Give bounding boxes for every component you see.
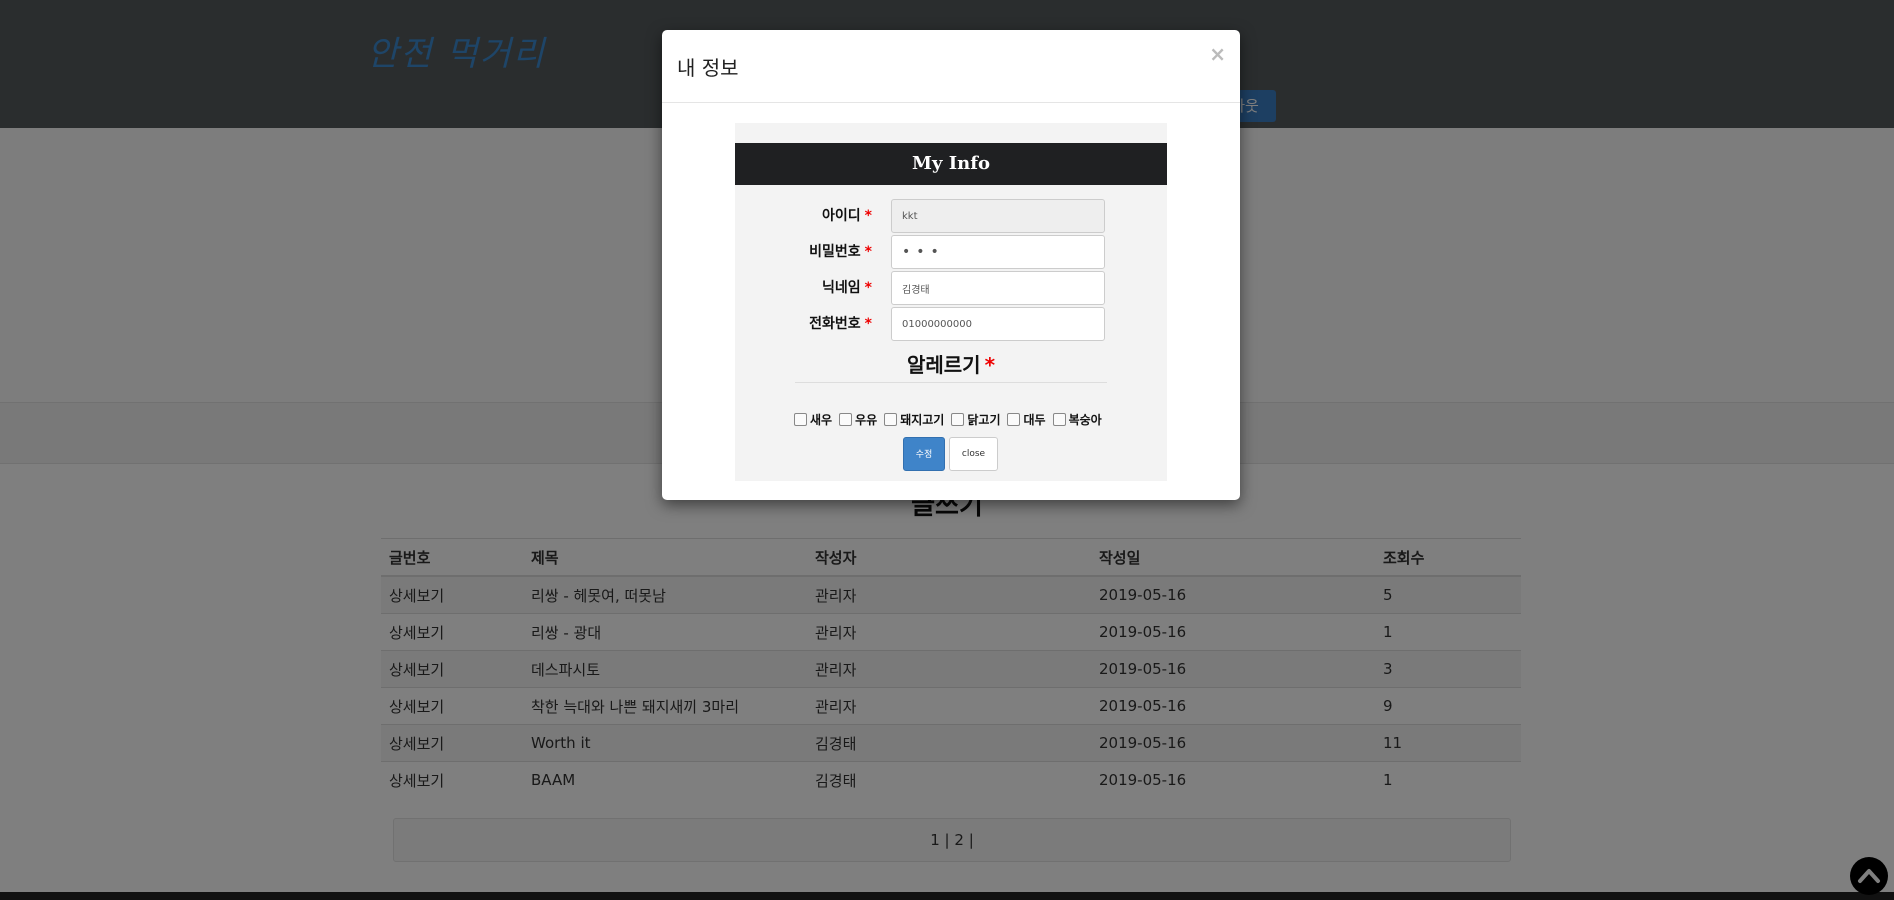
- submit-button[interactable]: 수정: [903, 437, 945, 471]
- password-input[interactable]: [891, 235, 1105, 269]
- allergy-option-label: 복숭아: [1068, 412, 1102, 427]
- my-info-modal: 내 정보 × My Info 아이디* 비밀번호* 닉네임* 전화번호* 알레르…: [662, 30, 1240, 500]
- close-icon[interactable]: ×: [1209, 42, 1226, 66]
- form-row-nickname: 닉네임 *: [735, 271, 1167, 305]
- allergy-option-label: 대두: [1023, 412, 1046, 427]
- allergy-checkbox[interactable]: [839, 412, 853, 426]
- allergy-option-label: 닭고기: [967, 412, 1001, 427]
- allergy-checkbox[interactable]: [1052, 412, 1066, 426]
- allergy-heading: 알레르기 *: [906, 353, 996, 377]
- allergy-checkbox[interactable]: [1007, 412, 1021, 426]
- modal-title: 내 정보: [677, 56, 739, 80]
- divider: [795, 382, 1107, 383]
- nickname-input[interactable]: [891, 271, 1105, 305]
- field-label: 전화번호 *: [809, 316, 872, 332]
- allergy-option-label: 새우: [810, 412, 833, 427]
- allergy-checkbox[interactable]: [884, 412, 898, 426]
- id-input[interactable]: [891, 199, 1105, 233]
- form-heading: My Info: [735, 143, 1167, 185]
- allergy-checkbox-group: 새우 우유 돼지고기 닭고기 대두 복숭아: [794, 409, 1134, 429]
- allergy-checkbox[interactable]: [951, 412, 965, 426]
- allergy-option-label: 돼지고기: [900, 412, 945, 427]
- form-row-id: 아이디 *: [735, 199, 1167, 233]
- phone-input[interactable]: [891, 307, 1105, 341]
- field-label: 아이디 *: [822, 208, 872, 224]
- modal-header: 내 정보 ×: [662, 30, 1240, 103]
- form-row-password: 비밀번호 *: [735, 235, 1167, 269]
- my-info-form: My Info 아이디* 비밀번호* 닉네임* 전화번호* 알레르기* 새우 우…: [735, 123, 1167, 481]
- field-label: 닉네임 *: [822, 280, 872, 296]
- allergy-checkbox[interactable]: [794, 412, 807, 426]
- form-row-phone: 전화번호 *: [735, 307, 1167, 341]
- close-button[interactable]: close: [949, 437, 998, 471]
- allergy-option-label: 우유: [855, 412, 878, 427]
- field-label: 비밀번호 *: [809, 244, 872, 260]
